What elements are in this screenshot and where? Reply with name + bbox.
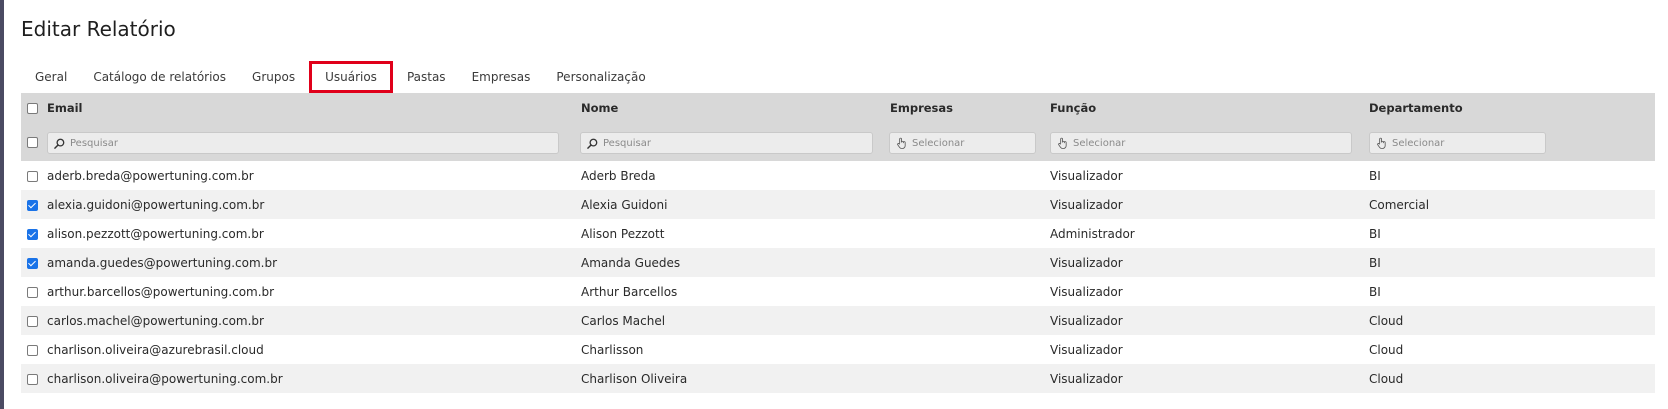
left-rail	[0, 0, 4, 409]
table-row[interactable]: amanda.guedes@powertuning.com.br Amanda …	[21, 248, 1655, 277]
cell-departamento: BI	[1369, 284, 1381, 299]
cell-funcao: Visualizador	[1050, 197, 1123, 212]
cell-departamento: BI	[1369, 226, 1381, 241]
tab-pastas[interactable]: Pastas	[394, 63, 459, 91]
cell-nome: Charlisson	[581, 342, 644, 357]
empresas-filter-select[interactable]: Selecionar	[889, 132, 1036, 154]
row-checkbox[interactable]	[27, 315, 38, 327]
table-row[interactable]: arthur.barcellos@powertuning.com.br Arth…	[21, 277, 1655, 306]
table-row[interactable]: alison.pezzott@powertuning.com.br Alison…	[21, 219, 1655, 248]
nome-filter-placeholder: Pesquisar	[603, 137, 651, 149]
departamento-filter-select[interactable]: Selecionar	[1369, 132, 1546, 154]
cell-nome: Carlos Machel	[581, 313, 666, 328]
tab-catalogo-de-relatorios[interactable]: Catálogo de relatórios	[80, 63, 239, 91]
cell-nome: Alison Pezzott	[581, 226, 665, 241]
row-checkbox[interactable]	[27, 170, 38, 182]
tab-empresas[interactable]: Empresas	[459, 63, 544, 91]
table-row[interactable]: alexia.guidoni@powertuning.com.br Alexia…	[21, 190, 1655, 219]
cell-email: charlison.oliveira@azurebrasil.cloud	[47, 342, 264, 357]
cell-nome: Aderb Breda	[581, 168, 656, 183]
cell-departamento: Comercial	[1369, 197, 1430, 212]
funcao-filter-placeholder: Selecionar	[1073, 137, 1126, 149]
tab-bar: Geral Catálogo de relatórios Grupos Usuá…	[21, 61, 659, 93]
hand-pointer-icon	[1377, 137, 1386, 149]
table-row[interactable]: aderb.breda@powertuning.com.br Aderb Bre…	[21, 161, 1655, 190]
cell-departamento: BI	[1369, 255, 1381, 270]
cell-nome: Arthur Barcellos	[581, 284, 678, 299]
cell-email: arthur.barcellos@powertuning.com.br	[47, 284, 275, 299]
hand-pointer-icon	[1058, 137, 1067, 149]
departamento-filter-placeholder: Selecionar	[1392, 137, 1445, 149]
funcao-filter-select[interactable]: Selecionar	[1050, 132, 1352, 154]
table-row[interactable]: carlos.machel@powertuning.com.br Carlos …	[21, 306, 1655, 335]
cell-email: alison.pezzott@powertuning.com.br	[47, 226, 264, 241]
cell-email: aderb.breda@powertuning.com.br	[47, 168, 254, 183]
cell-email: alexia.guidoni@powertuning.com.br	[47, 197, 265, 212]
cell-funcao: Visualizador	[1050, 168, 1123, 183]
cell-funcao: Administrador	[1050, 226, 1135, 241]
email-filter-placeholder: Pesquisar	[70, 137, 118, 149]
cell-nome: Alexia Guidoni	[581, 197, 668, 212]
column-header-empresas[interactable]: Empresas	[890, 93, 953, 123]
cell-departamento: Cloud	[1369, 313, 1404, 328]
column-header-departamento[interactable]: Departamento	[1369, 93, 1463, 123]
tab-grupos[interactable]: Grupos	[239, 63, 308, 91]
cell-email: carlos.machel@powertuning.com.br	[47, 313, 264, 328]
cell-funcao: Visualizador	[1050, 313, 1123, 328]
cell-nome: Amanda Guedes	[581, 255, 681, 270]
users-table: Email Nome Empresas Função Departamento …	[21, 93, 1655, 393]
cell-nome: Charlison Oliveira	[581, 371, 688, 386]
column-header-nome[interactable]: Nome	[581, 93, 618, 123]
tab-usuarios[interactable]: Usuários	[309, 61, 393, 93]
search-icon	[54, 138, 65, 149]
hand-pointer-icon	[897, 137, 906, 149]
cell-departamento: BI	[1369, 168, 1381, 183]
row-checkbox[interactable]	[27, 286, 38, 298]
cell-funcao: Visualizador	[1050, 342, 1123, 357]
search-icon	[587, 138, 598, 149]
cell-departamento: Cloud	[1369, 342, 1404, 357]
cell-email: charlison.oliveira@powertuning.com.br	[47, 371, 283, 386]
table-header: Email Nome Empresas Função Departamento	[21, 93, 1655, 123]
cell-funcao: Visualizador	[1050, 371, 1123, 386]
page-title: Editar Relatório	[21, 17, 176, 41]
table-row[interactable]: charlison.oliveira@powertuning.com.br Ch…	[21, 364, 1655, 393]
row-checkbox[interactable]	[27, 228, 38, 240]
nome-filter-input[interactable]: Pesquisar	[580, 132, 873, 154]
tab-geral[interactable]: Geral	[21, 63, 80, 91]
column-header-email[interactable]: Email	[47, 93, 82, 123]
cell-email: amanda.guedes@powertuning.com.br	[47, 255, 278, 270]
empresas-filter-placeholder: Selecionar	[912, 137, 965, 149]
row-checkbox[interactable]	[27, 373, 38, 385]
cell-funcao: Visualizador	[1050, 255, 1123, 270]
row-checkbox[interactable]	[27, 257, 38, 269]
filter-row-checkbox[interactable]	[27, 137, 38, 148]
cell-departamento: Cloud	[1369, 371, 1404, 386]
column-header-funcao[interactable]: Função	[1050, 93, 1096, 123]
select-all-checkbox[interactable]	[27, 103, 38, 114]
tab-personalizacao[interactable]: Personalização	[543, 63, 658, 91]
row-checkbox[interactable]	[27, 344, 38, 356]
table-row[interactable]: charlison.oliveira@azurebrasil.cloud Cha…	[21, 335, 1655, 364]
filter-row: Pesquisar Pesquisar Selecionar Seleciona…	[21, 123, 1655, 161]
email-filter-input[interactable]: Pesquisar	[47, 132, 559, 154]
row-checkbox[interactable]	[27, 199, 38, 211]
cell-funcao: Visualizador	[1050, 284, 1123, 299]
